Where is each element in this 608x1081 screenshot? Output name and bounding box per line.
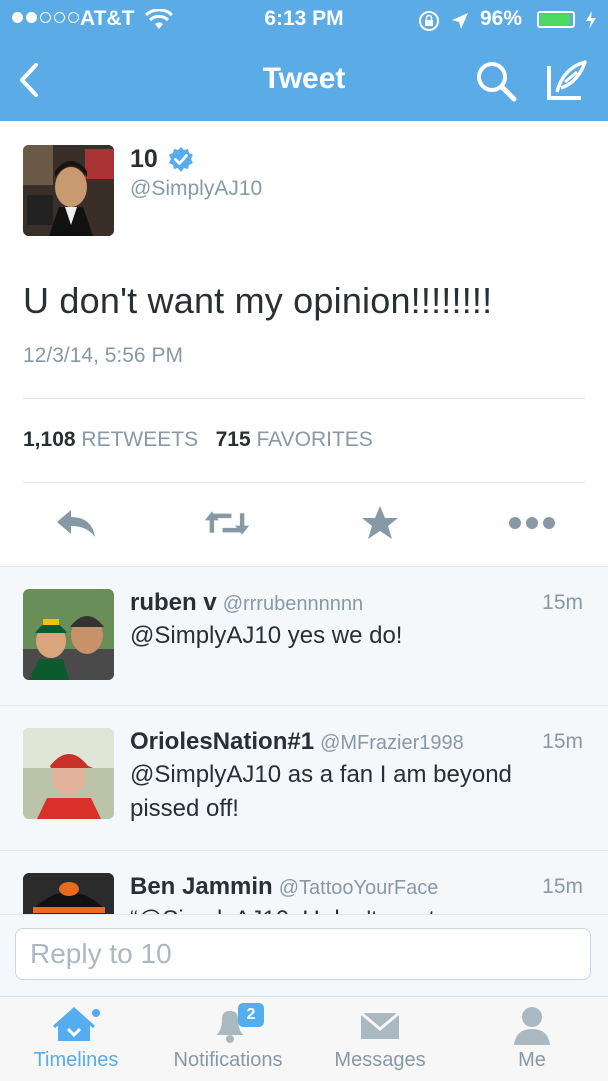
location-arrow-icon [452, 13, 468, 29]
reply-input[interactable] [15, 928, 591, 980]
battery-icon [537, 11, 575, 28]
tab-label: Me [518, 1049, 546, 1071]
reply-item[interactable]: ruben v @rrrubennnnnn 15m @SimplyAJ10 yes… [0, 567, 608, 706]
compose-tweet-icon[interactable] [543, 58, 589, 102]
envelope-icon [360, 1011, 400, 1039]
retweet-icon [204, 511, 250, 535]
reply-avatar[interactable] [23, 873, 114, 915]
tab-messages[interactable]: Messages [304, 997, 456, 1081]
search-icon[interactable] [474, 59, 518, 103]
reply-avatar[interactable] [23, 728, 114, 819]
favorite-count[interactable]: 715 [216, 428, 251, 451]
tweet-timestamp: 12/3/14, 5:56 PM [23, 344, 183, 367]
tab-me[interactable]: Me [456, 997, 608, 1081]
reply-time: 15m [542, 591, 583, 614]
verified-badge-icon [169, 147, 193, 172]
reply-icon [57, 510, 95, 537]
reply-time: 15m [542, 730, 583, 753]
tweet-stats: 1,108 RETWEETS 715 FAVORITES [23, 428, 373, 452]
reply-item[interactable]: OriolesNation#1 @MFrazier1998 15m @Simply… [0, 706, 608, 851]
tab-notifications[interactable]: 2 Notifications [152, 997, 304, 1081]
navigation-bar: AT&T 6:13 PM 96% Tweet [0, 0, 608, 121]
tab-label: Messages [334, 1049, 426, 1071]
person-icon [514, 1007, 550, 1045]
favorite-button[interactable] [356, 503, 404, 543]
favorite-label[interactable]: FAVORITES [256, 428, 372, 451]
reply-text: @SimplyAJ10 yes we do! [130, 622, 403, 649]
reply-author[interactable]: Ben Jammin @TattooYourFace [130, 873, 438, 901]
reply-author-name[interactable]: Ben Jammin [130, 873, 273, 900]
divider [23, 398, 585, 399]
charging-bolt-icon [586, 11, 596, 29]
tweet-text: U don't want my opinion!!!!!!!! [23, 280, 493, 321]
divider [23, 482, 585, 483]
battery-percentage: 96% [480, 7, 523, 30]
reply-author[interactable]: OriolesNation#1 @MFrazier1998 [130, 728, 464, 756]
reply-time: 15m [542, 875, 583, 898]
reply-composer [0, 914, 608, 997]
tab-bar: Timelines 2 Notifications Messages Me [0, 996, 608, 1081]
more-dots-icon [509, 517, 555, 529]
tab-label: Timelines [33, 1049, 119, 1071]
tab-timelines[interactable]: Timelines [0, 997, 152, 1081]
reply-text: @SimplyAJ10 as a fan I am beyond pissed … [130, 761, 512, 822]
notification-badge: 2 [238, 1003, 264, 1027]
reply-author-name[interactable]: ruben v [130, 589, 217, 616]
reply-author-handle[interactable]: @rrrubennnnnn [223, 593, 363, 615]
author-avatar[interactable] [23, 145, 114, 236]
tab-label: Notifications [173, 1049, 283, 1071]
more-button[interactable] [508, 503, 556, 543]
status-bar: AT&T 6:13 PM 96% [0, 0, 608, 40]
reply-author[interactable]: ruben v @rrrubennnnnn [130, 589, 363, 617]
retweet-label[interactable]: RETWEETS [81, 428, 198, 451]
reply-author-handle[interactable]: @TattooYourFace [279, 877, 439, 899]
reply-author-handle[interactable]: @MFrazier1998 [320, 732, 464, 754]
reply-author-name[interactable]: OriolesNation#1 [130, 728, 314, 755]
author-handle[interactable]: @SimplyAJ10 [130, 177, 262, 201]
home-icon [52, 1006, 100, 1041]
reply-button[interactable] [52, 503, 100, 543]
rotation-lock-icon [419, 11, 439, 31]
reply-item[interactable]: Ben Jammin@TattooYourFace 15m “@SimplyAJ… [0, 851, 608, 915]
author-name[interactable]: 10 [130, 145, 158, 174]
reply-avatar[interactable] [23, 589, 114, 680]
retweet-count[interactable]: 1,108 [23, 428, 76, 451]
replies-list[interactable]: ruben v @rrrubennnnnn 15m @SimplyAJ10 yes… [0, 566, 608, 915]
retweet-button[interactable] [203, 503, 251, 543]
star-icon [362, 506, 398, 539]
